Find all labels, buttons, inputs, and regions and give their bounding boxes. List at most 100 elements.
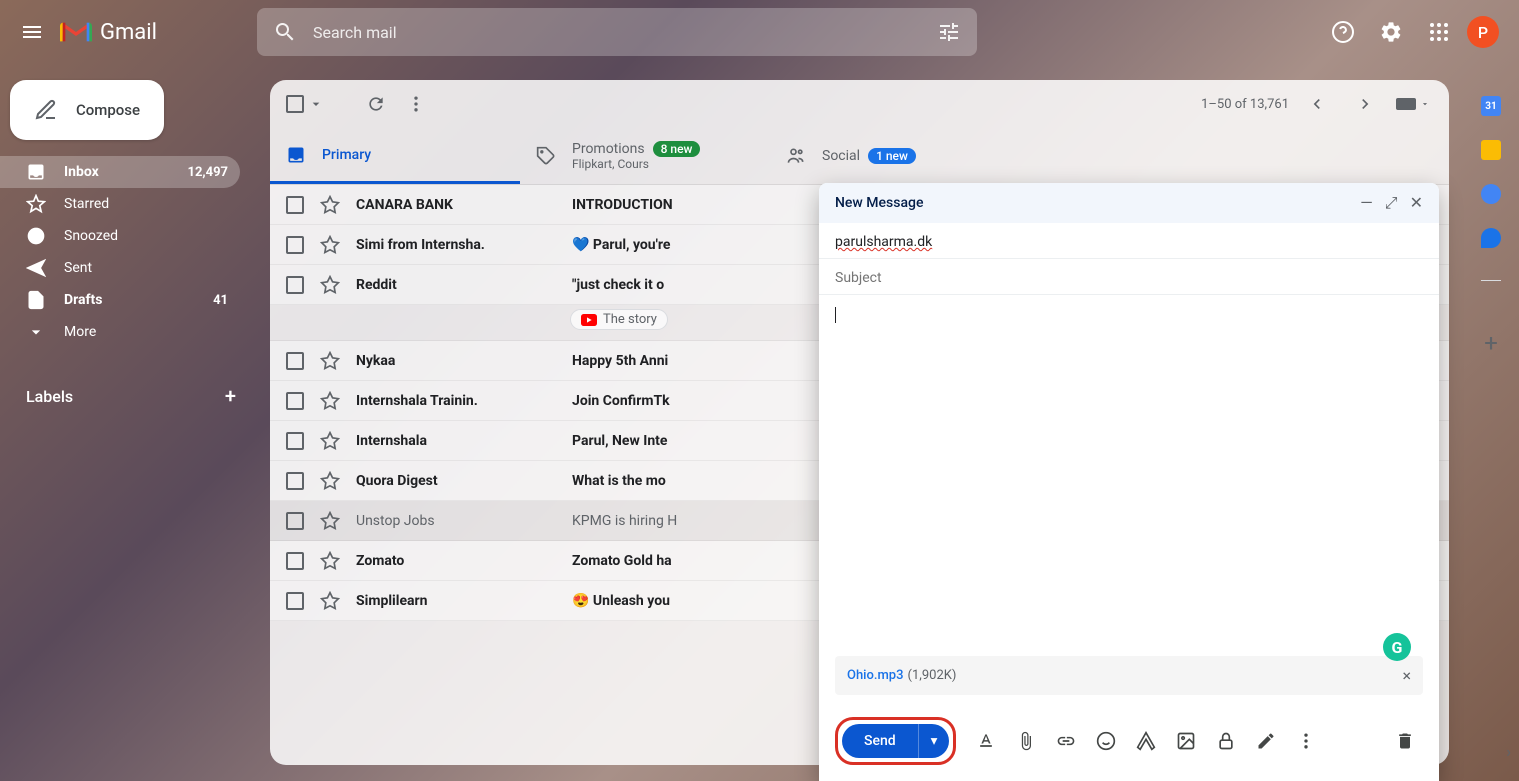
sidebar-item-label: More [64,324,96,340]
gmail-logo[interactable]: Gmail [60,20,157,45]
sender: Zomato [356,553,556,569]
star-icon[interactable] [320,591,340,611]
apps-icon[interactable] [1419,12,1459,52]
send-options-button[interactable]: ▾ [918,724,950,758]
row-checkbox[interactable] [286,472,304,490]
star-icon[interactable] [320,351,340,371]
row-checkbox[interactable] [286,392,304,410]
compose-header: New Message — ⤢ ✕ [819,183,1439,223]
compose-label: Compose [76,101,140,119]
subject-input[interactable] [835,270,1423,286]
support-icon[interactable] [1323,12,1363,52]
row-checkbox[interactable] [286,432,304,450]
contacts-icon[interactable] [1481,228,1501,248]
row-checkbox[interactable] [286,592,304,610]
sidebar-item-label: Starred [64,196,109,212]
sidebar-item-drafts[interactable]: Drafts 41 [0,284,240,316]
remove-attachment-button[interactable]: × [1402,666,1411,685]
drafts-count: 41 [213,293,228,308]
keep-icon[interactable] [1481,140,1501,160]
promotions-badge: 8 new [653,141,701,157]
tasks-icon[interactable] [1481,184,1501,204]
formatting-icon[interactable] [968,723,1004,759]
star-icon[interactable] [320,391,340,411]
next-page-button[interactable] [1345,84,1385,124]
settings-icon[interactable] [1371,12,1411,52]
category-tabs: Primary Promotions8 new Flipkart, Cours … [270,128,1449,185]
tab-label: Social [822,148,860,164]
star-icon[interactable] [320,511,340,531]
sender: Nykaa [356,353,556,369]
attachment-size: (1,902K) [908,668,957,683]
input-tools-button[interactable] [1393,84,1433,124]
search-options-icon[interactable] [929,12,969,52]
star-icon[interactable] [320,551,340,571]
grammarly-icon[interactable]: G [1383,633,1411,661]
header-actions: P [1323,12,1499,52]
row-checkbox[interactable] [286,276,304,294]
account-avatar[interactable]: P [1467,16,1499,48]
compose-subject-field[interactable] [819,259,1439,295]
more-options-icon[interactable] [1288,723,1324,759]
star-icon[interactable] [320,235,340,255]
attachment-chip[interactable]: Ohio.mp3 (1,902K) × [835,656,1423,695]
close-icon[interactable]: ✕ [1410,193,1423,213]
insert-signature-icon[interactable] [1248,723,1284,759]
inbox-count: 12,497 [188,165,229,180]
sidebar-item-inbox[interactable]: Inbox 12,497 [0,156,240,188]
attach-file-icon[interactable] [1008,723,1044,759]
compose-body[interactable] [819,295,1439,656]
row-checkbox[interactable] [286,552,304,570]
insert-emoji-icon[interactable] [1088,723,1124,759]
social-badge: 1 new [868,148,916,164]
fullscreen-icon[interactable]: ⤢ [1385,193,1398,213]
sidebar-item-snoozed[interactable]: Snoozed [0,220,240,252]
search-input[interactable] [305,23,929,42]
sidebar: Compose Inbox 12,497 Starred Snoozed Sen… [0,64,256,781]
calendar-icon[interactable]: 31 [1481,96,1501,116]
star-icon[interactable] [320,195,340,215]
prev-page-button[interactable] [1297,84,1337,124]
refresh-button[interactable] [356,84,396,124]
compose-to-field[interactable]: parulsharma.dk [819,223,1439,259]
send-button-group: Send ▾ [835,717,956,765]
row-checkbox[interactable] [286,236,304,254]
sidebar-item-label: Inbox [64,164,99,180]
youtube-chip[interactable]: The story [570,309,668,330]
add-addon-button[interactable]: + [1484,329,1498,357]
app-name: Gmail [100,20,157,45]
hide-side-panel-button[interactable]: › [1506,742,1511,761]
more-button[interactable] [396,84,436,124]
tab-promotions[interactable]: Promotions8 new Flipkart, Cours [520,128,770,184]
sender: Internshala [356,433,556,449]
select-all-checkbox[interactable] [286,95,324,113]
sidebar-item-starred[interactable]: Starred [0,188,240,220]
search-icon[interactable] [265,12,305,52]
insert-photo-icon[interactable] [1168,723,1204,759]
sidebar-item-more[interactable]: More [0,316,240,348]
sidebar-item-sent[interactable]: Sent [0,252,240,284]
tab-label: Primary [322,147,371,163]
search-bar[interactable] [257,8,977,56]
row-checkbox[interactable] [286,512,304,530]
header: Gmail P [0,0,1519,64]
star-icon[interactable] [320,275,340,295]
send-button[interactable]: Send [842,724,918,758]
star-icon[interactable] [320,471,340,491]
row-checkbox[interactable] [286,196,304,214]
confidential-mode-icon[interactable] [1208,723,1244,759]
insert-drive-icon[interactable] [1128,723,1164,759]
insert-link-icon[interactable] [1048,723,1084,759]
tab-primary[interactable]: Primary [270,128,520,184]
minimize-icon[interactable]: — [1360,193,1373,213]
discard-draft-icon[interactable] [1387,723,1423,759]
star-icon[interactable] [320,431,340,451]
add-label-button[interactable]: + [225,384,236,408]
compose-window: New Message — ⤢ ✕ parulsharma.dk G Ohio.… [819,183,1439,781]
labels-section: Labels + [0,372,256,420]
toolbar: 1–50 of 13,761 [270,80,1449,128]
main-menu-button[interactable] [8,8,56,56]
tab-social[interactable]: Social 1 new [770,128,1020,184]
compose-button[interactable]: Compose [10,80,164,140]
row-checkbox[interactable] [286,352,304,370]
